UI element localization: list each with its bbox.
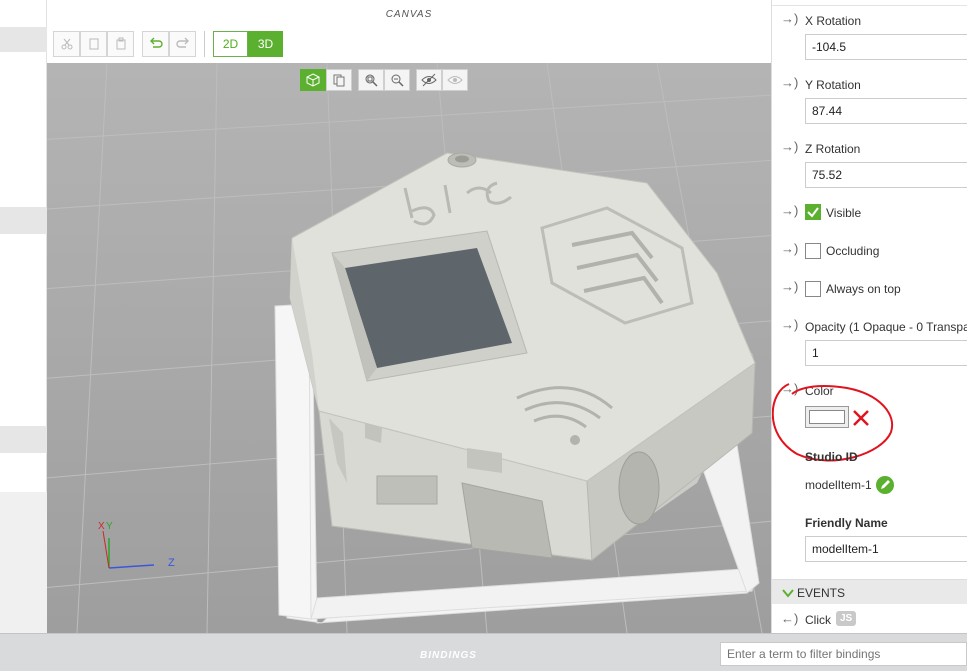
paste-button[interactable] [107, 30, 134, 57]
visible-label: Visible [826, 206, 862, 220]
canvas-toolbar: 2D 3D [53, 30, 283, 57]
studio-id-label: Studio ID [805, 450, 858, 464]
x-rotation-input[interactable] [805, 34, 967, 60]
binding-target-icon[interactable]: →) [781, 279, 798, 294]
orthographic-view-button[interactable] [326, 69, 352, 91]
mode-3d-button[interactable]: 3D [248, 30, 283, 57]
binding-target-icon[interactable]: →) [781, 75, 798, 90]
axis-y-label: Y [106, 521, 113, 532]
copy-icon [89, 38, 98, 49]
x-rotation-label: X Rotation [805, 14, 862, 28]
binding-target-icon[interactable]: →) [781, 203, 798, 218]
eye-slash-icon [421, 73, 437, 87]
canvas-title: CANVAS [385, 9, 433, 20]
left-panel-section[interactable] [0, 426, 47, 453]
redo-icon [175, 37, 189, 48]
visible-checkbox[interactable] [805, 204, 821, 220]
panel-top-divider [772, 0, 967, 6]
bindings-label[interactable]: BINDINGS [420, 650, 477, 661]
scissors-icon [61, 38, 72, 49]
axis-z-label: Z [168, 557, 175, 569]
layers-icon [333, 74, 345, 87]
paste-icon [116, 37, 125, 49]
viewport-toolbar [300, 69, 468, 91]
binding-target-icon[interactable]: →) [781, 139, 798, 154]
cut-button[interactable] [53, 30, 80, 57]
checkmark-icon [807, 207, 819, 218]
click-event-label: Click [805, 613, 831, 627]
pencil-icon [881, 480, 890, 489]
edit-studio-id-button[interactable] [876, 476, 894, 494]
properties-panel: →) X Rotation →) Y Rotation →) Z Rotatio… [771, 0, 967, 633]
bindings-bar: BINDINGS [0, 633, 967, 671]
zoom-selected-button[interactable] [384, 69, 410, 91]
perspective-view-button[interactable] [300, 69, 326, 91]
always-on-top-checkbox[interactable] [805, 281, 821, 297]
binding-source-icon[interactable]: ←) [781, 611, 798, 626]
left-panel-section[interactable] [0, 27, 47, 52]
show-button[interactable] [442, 69, 468, 91]
friendly-name-label: Friendly Name [805, 516, 888, 530]
occluding-label: Occluding [826, 244, 880, 258]
mode-2d-button[interactable]: 2D [213, 30, 248, 57]
zoom-selection-icon [391, 74, 404, 87]
z-rotation-input[interactable] [805, 162, 967, 188]
opacity-label: Opacity (1 Opaque - 0 Transparent) [805, 320, 967, 334]
z-rotation-label: Z Rotation [805, 142, 861, 156]
binding-target-icon[interactable]: →) [781, 317, 798, 332]
redo-button[interactable] [169, 30, 196, 57]
events-header-label: EVENTS [797, 586, 846, 600]
events-section-header[interactable]: EVENTS [772, 579, 967, 604]
binding-target-icon[interactable]: →) [781, 11, 798, 26]
y-rotation-label: Y Rotation [805, 78, 861, 92]
eye-icon [447, 76, 463, 84]
canvas-area: CANVAS 2D 3D X Y Z [47, 0, 771, 633]
left-panel-section[interactable] [0, 207, 47, 234]
copy-button[interactable] [80, 30, 107, 57]
left-panel-section [0, 492, 47, 633]
3d-viewport[interactable]: X Y Z [47, 63, 771, 633]
always-on-top-label: Always on top [826, 282, 901, 296]
undo-button[interactable] [142, 30, 169, 57]
hide-button[interactable] [416, 69, 442, 91]
friendly-name-input[interactable] [805, 536, 967, 562]
viewport-scene: X Y Z [47, 63, 771, 633]
zoom-fit-button[interactable] [358, 69, 384, 91]
axis-x-label: X [98, 521, 105, 532]
occluding-checkbox[interactable] [805, 243, 821, 259]
opacity-input[interactable] [805, 340, 967, 366]
y-rotation-input[interactable] [805, 98, 967, 124]
chevron-down-icon [782, 589, 794, 598]
left-panel-strip [0, 0, 47, 633]
cube-icon [306, 73, 320, 87]
bindings-filter-input[interactable] [720, 642, 967, 666]
studio-id-value: modelItem-1 [805, 478, 872, 492]
js-badge[interactable]: JS [836, 611, 857, 626]
undo-icon [149, 37, 163, 48]
zoom-in-icon [365, 74, 378, 87]
binding-target-icon[interactable]: →) [781, 241, 798, 256]
